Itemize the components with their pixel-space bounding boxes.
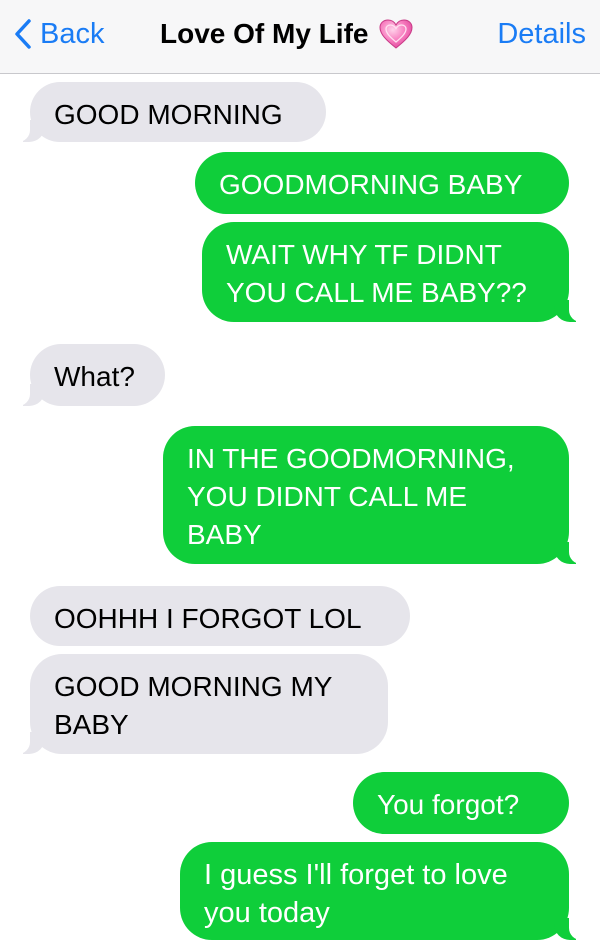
message-bubble-received[interactable]: OOHHH I FORGOT LOL [30, 586, 410, 646]
message-text: GOODMORNING BABY [219, 169, 523, 200]
message-bubble-sent[interactable]: GOODMORNING BABY [195, 152, 569, 214]
back-label: Back [40, 17, 105, 50]
message-text: IN THE GOODMORNING, YOU DIDNT CALL ME BA… [187, 443, 515, 550]
message-text: GOOD MORNING MY BABY [54, 671, 332, 740]
message-bubble-sent[interactable]: I guess I'll forget to love you today [180, 842, 587, 940]
message-bubble-received[interactable]: GOOD MORNING MY BABY [12, 654, 388, 754]
conversation-title: Love Of My Life [160, 14, 414, 54]
details-button[interactable]: Details [497, 14, 586, 54]
navigation-bar: Back Love Of My Life Details [0, 0, 600, 74]
message-bubble-sent[interactable]: WAIT WHY TF DIDNT YOU CALL ME BABY?? [202, 222, 587, 322]
chevron-left-icon [15, 19, 31, 49]
message-bubble-sent[interactable]: IN THE GOODMORNING, YOU DIDNT CALL ME BA… [163, 426, 587, 564]
message-text: OOHHH I FORGOT LOL [54, 603, 362, 634]
message-text: You forgot? [377, 789, 520, 820]
message-text: What? [54, 361, 135, 392]
message-bubble-received[interactable]: GOOD MORNING [12, 82, 326, 142]
contact-name: Love Of My Life [160, 18, 369, 49]
details-label: Details [497, 17, 586, 50]
message-bubble-received[interactable]: What? [12, 344, 165, 406]
back-button[interactable]: Back [14, 14, 104, 54]
message-bubble-sent[interactable]: You forgot? [353, 772, 569, 834]
message-text: WAIT WHY TF DIDNT YOU CALL ME BABY?? [226, 239, 527, 308]
message-text: GOOD MORNING [54, 99, 283, 130]
pink-heart-icon [378, 18, 414, 50]
message-text: I guess I'll forget to love you today [204, 859, 508, 929]
message-thread: GOOD MORNING GOODMORNING BABY WAIT WHY T… [0, 74, 600, 943]
